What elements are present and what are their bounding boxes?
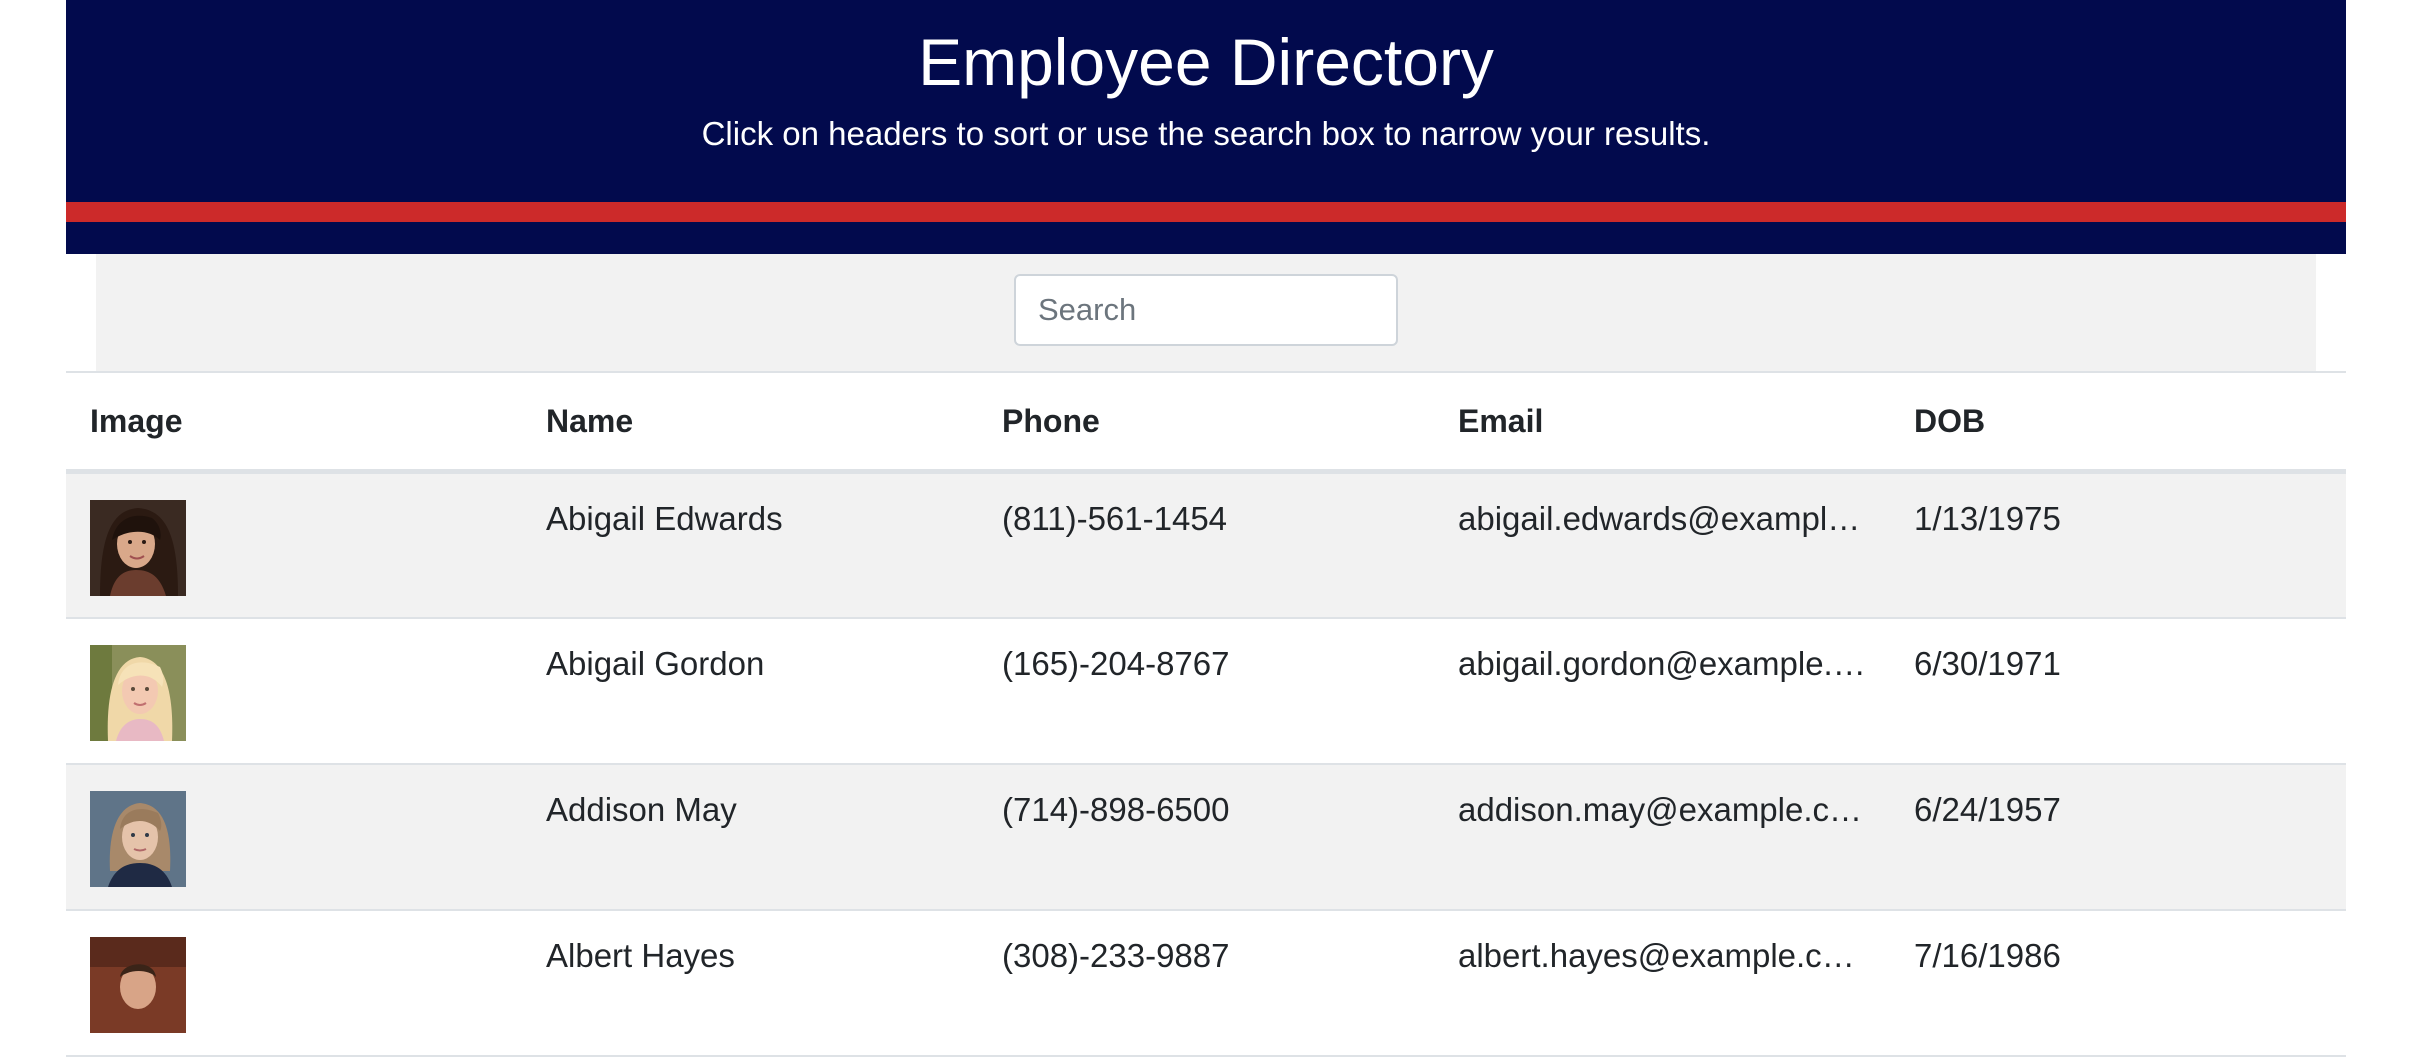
search-input[interactable]: [1014, 274, 1398, 346]
dob-cell: 6/24/1957: [1914, 790, 2061, 828]
email-cell: abigail.gordon@example.com: [1458, 644, 1890, 682]
image-cell: [66, 764, 522, 910]
column-header-name[interactable]: Name: [522, 371, 978, 474]
email-cell: albert.hayes@example.com: [1458, 936, 1868, 974]
email-cell: addison.may@example.com: [1458, 790, 1875, 828]
dob-cell: 6/30/1971: [1914, 644, 2061, 682]
employee-table: Image Name Phone Email DOB Abigail Edwar…: [66, 371, 2346, 1057]
phone-cell: (308)-233-9887: [1002, 936, 1230, 974]
name-cell: Addison May: [546, 790, 737, 828]
image-cell: [66, 472, 522, 618]
page-title: Employee Directory: [918, 25, 1494, 99]
employee-photo: [90, 500, 186, 596]
image-cell: [66, 910, 522, 1056]
column-header-image[interactable]: Image: [66, 371, 522, 474]
table-row: Addison May (714)-898-6500 addison.may@e…: [66, 763, 2346, 910]
name-cell: Albert Hayes: [546, 936, 735, 974]
header-row: Image Name Phone Email DOB: [66, 371, 2346, 474]
employee-photo: [90, 936, 186, 1033]
name-cell: Abigail Gordon: [546, 644, 765, 682]
name-cell: Abigail Edwards: [546, 500, 783, 537]
table-header: Image Name Phone Email DOB: [66, 371, 2346, 474]
header-stripe: [66, 202, 2346, 222]
column-header-dob[interactable]: DOB: [1890, 371, 2346, 474]
dob-cell: 1/13/1975: [1914, 500, 2061, 537]
image-cell: [66, 618, 522, 764]
employee-photo: [90, 790, 186, 887]
email-cell: abigail.edwards@example.com: [1458, 500, 1890, 537]
page-subtitle: Click on headers to sort or use the sear…: [701, 115, 1711, 152]
phone-cell: (165)-204-8767: [1002, 644, 1230, 682]
phone-cell: (811)-561-1454: [1002, 500, 1228, 537]
page-header: Employee Directory Click on headers to s…: [66, 0, 2346, 254]
search-bar: [96, 254, 2316, 371]
column-header-email[interactable]: Email: [1434, 371, 1890, 474]
table-row: Abigail Edwards (811)-561-1454 abigail.e…: [66, 471, 2346, 618]
phone-cell: (714)-898-6500: [1002, 790, 1230, 828]
app-container: Employee Directory Click on headers to s…: [66, 0, 2346, 1057]
table-row: Abigail Gordon (165)-204-8767 abigail.go…: [66, 618, 2346, 764]
dob-cell: 7/16/1986: [1914, 936, 2061, 974]
table-row: Albert Hayes (308)-233-9887 albert.hayes…: [66, 910, 2346, 1056]
column-header-phone[interactable]: Phone: [978, 371, 1434, 474]
employee-photo: [90, 644, 186, 741]
